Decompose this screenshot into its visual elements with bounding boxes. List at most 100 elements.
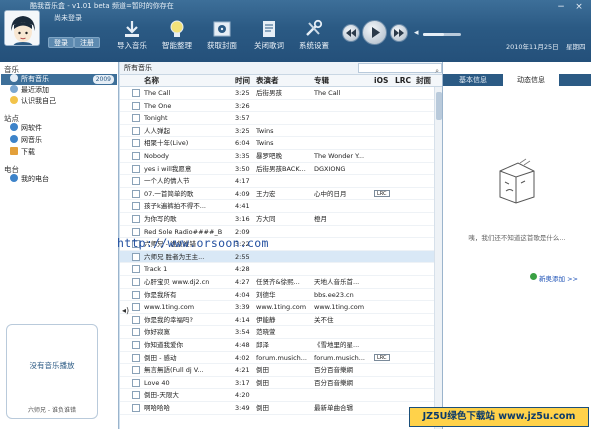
track-rows: The Call 3:25 后街男孩 The Call The One 3:26 Tonig… <box>120 87 434 429</box>
vertical-scrollbar[interactable] <box>434 87 442 429</box>
column-header-name[interactable]: 名称 <box>144 75 159 87</box>
table-row[interactable]: 無言無語(Full dj V... 4:21 倒田 百分百音樂網 <box>120 364 434 377</box>
row-checkbox[interactable] <box>132 278 140 286</box>
table-row[interactable]: 你知道我爱你 4:48 邱泽 《雪地里的星... <box>120 339 434 352</box>
track-name: 心肝宝贝 www.dj2.cn <box>144 278 210 286</box>
table-row[interactable]: Nobody 3:35 暴罗吧晚 The Wonder Y... <box>120 150 434 163</box>
track-album <box>314 200 372 212</box>
row-checkbox[interactable] <box>132 114 140 123</box>
row-checkbox[interactable] <box>132 315 140 324</box>
column-header-album[interactable]: 专辑 <box>314 75 329 87</box>
login-button[interactable]: 登录 <box>48 37 74 48</box>
column-header-artist[interactable]: 表演者 <box>256 75 279 87</box>
row-checkbox[interactable] <box>132 139 140 148</box>
table-row[interactable]: 孩子k遍裤拍不得不... 4:41 <box>120 200 434 213</box>
row-checkbox[interactable] <box>132 152 140 160</box>
row-checkbox[interactable] <box>132 189 140 198</box>
table-row[interactable]: 人人弹起 3:25 Twins <box>120 125 434 138</box>
row-checkbox[interactable] <box>132 126 140 135</box>
row-checkbox[interactable] <box>132 366 140 375</box>
track-name: Track 1 <box>144 265 168 274</box>
row-checkbox[interactable] <box>132 404 140 412</box>
table-row[interactable]: 心肝宝贝 www.dj2.cn 4:27 任贤齐&徐熙... 天地人音乐首... <box>120 276 434 289</box>
row-checkbox[interactable] <box>132 290 140 299</box>
play-button[interactable] <box>362 20 387 45</box>
previous-track-button[interactable] <box>342 24 360 42</box>
table-row[interactable]: 为你写的歌 3:16 方大同 橙月 <box>120 213 434 226</box>
table-row[interactable]: 啊哈哈哈 3:49 倒田 最新单曲合辑 <box>120 402 434 415</box>
row-checkbox[interactable] <box>132 202 140 211</box>
close-button[interactable]: × <box>574 3 584 12</box>
sidebar-item-all-music[interactable]: 所有音乐 2009 <box>1 74 117 85</box>
row-checkbox[interactable] <box>132 303 140 312</box>
sidebar-item-download[interactable]: 下载 <box>10 147 116 158</box>
settings-button[interactable]: 系统设置 <box>288 19 340 51</box>
column-header-lrc[interactable]: LRC <box>395 75 411 87</box>
minimize-button[interactable]: − <box>556 3 566 12</box>
sidebar-item-recent[interactable]: 最近添加 <box>10 85 116 96</box>
column-header-ios[interactable]: iOS <box>374 75 388 87</box>
table-row[interactable]: The Call 3:25 后街男孩 The Call <box>120 87 434 100</box>
weekday-display: 星期四 <box>566 43 586 51</box>
table-row[interactable]: 你是我所有 4:04 刘德华 bbs.ee23.cn <box>120 289 434 302</box>
table-row[interactable]: 一个人的情人节 4:17 <box>120 175 434 188</box>
row-checkbox[interactable] <box>132 341 140 349</box>
download-label: 下载 <box>21 148 35 156</box>
table-row[interactable]: 相聚十年(Live) 6:04 Twins <box>120 137 434 150</box>
volume-icon: ◂ <box>414 28 419 38</box>
column-header-cover[interactable]: 封面 <box>416 75 431 87</box>
row-checkbox[interactable] <box>132 353 140 362</box>
track-album <box>314 137 372 149</box>
row-checkbox[interactable] <box>132 328 140 337</box>
row-checkbox[interactable] <box>132 265 140 274</box>
table-row[interactable]: Tonight 3:57 <box>120 112 434 125</box>
watermark-url: http://www.orsoon.com <box>117 236 269 250</box>
track-artist: 伊能静 <box>256 315 276 324</box>
volume-fill <box>423 33 444 36</box>
table-row[interactable]: 倒田 - 感动 4:02 forum.musich... forum.musich..… <box>120 352 434 365</box>
sidebar-item-site-music[interactable]: 网音乐 <box>10 135 116 146</box>
table-row[interactable]: Love 40 3:17 倒田 百分百音樂網 <box>120 377 434 390</box>
table-row[interactable]: 六师兄 胜者为王主... 2:55 <box>120 250 434 264</box>
row-checkbox[interactable] <box>132 164 140 173</box>
get-cover-button[interactable]: 获取封面 <box>196 19 248 51</box>
track-album <box>314 112 372 124</box>
avatar[interactable] <box>4 10 40 46</box>
add-new-link[interactable]: 新奥添加 >> <box>539 273 578 283</box>
track-lrc <box>374 364 392 376</box>
volume-slider[interactable] <box>423 33 461 36</box>
table-row[interactable]: www.1ting.com 3:39 www.1ting.com www.1ting.… <box>120 301 434 314</box>
row-checkbox[interactable] <box>132 227 140 236</box>
track-artist <box>256 200 312 212</box>
table-row[interactable]: 倒田-天限大 4:20 <box>120 389 434 402</box>
table-row[interactable]: 07.一首简单的歌 4:09 王力宏 心中的日月 LRC <box>120 188 434 201</box>
next-track-button[interactable] <box>390 24 408 42</box>
lrc-badge[interactable]: LRC <box>374 353 390 361</box>
tab-dynamic-info[interactable]: 动态信息 <box>503 74 559 86</box>
table-row[interactable]: 你好寂寞 3:54 范晓萱 <box>120 326 434 339</box>
register-button[interactable]: 注册 <box>74 37 100 48</box>
table-row[interactable]: yes i will我愿意 3:50 后街男孩BACK... DGXIONG <box>120 163 434 176</box>
track-name: The One <box>144 101 172 110</box>
sidebar-item-know-self[interactable]: 认识我自己 <box>10 96 116 107</box>
row-checkbox[interactable] <box>132 89 140 97</box>
sidebar-item-my-radio[interactable]: 我的电台 <box>10 174 116 185</box>
track-album: 心中的日月 <box>314 189 347 198</box>
table-row[interactable]: The One 3:26 <box>120 100 434 113</box>
lrc-badge[interactable]: LRC <box>374 189 390 197</box>
my-radio-label: 我的电台 <box>21 175 49 183</box>
row-checkbox[interactable] <box>132 177 140 186</box>
row-checkbox[interactable] <box>132 101 140 110</box>
row-checkbox[interactable] <box>132 252 140 261</box>
search-input[interactable]: ⌕ <box>358 63 442 75</box>
track-lrc <box>374 100 392 112</box>
column-header-time[interactable]: 时间 <box>235 75 250 87</box>
tab-basic-info[interactable]: 基本信息 <box>445 74 501 86</box>
row-checkbox[interactable] <box>132 215 140 223</box>
row-checkbox[interactable] <box>132 391 140 400</box>
table-row[interactable]: 你是我的幸福吗? 4:14 伊能静 关不住 <box>120 314 434 327</box>
row-checkbox[interactable] <box>132 378 140 387</box>
track-lrc <box>374 238 392 250</box>
sidebar-item-site-software[interactable]: 网软件 <box>10 123 116 134</box>
table-row[interactable]: Track 1 4:28 <box>120 263 434 276</box>
